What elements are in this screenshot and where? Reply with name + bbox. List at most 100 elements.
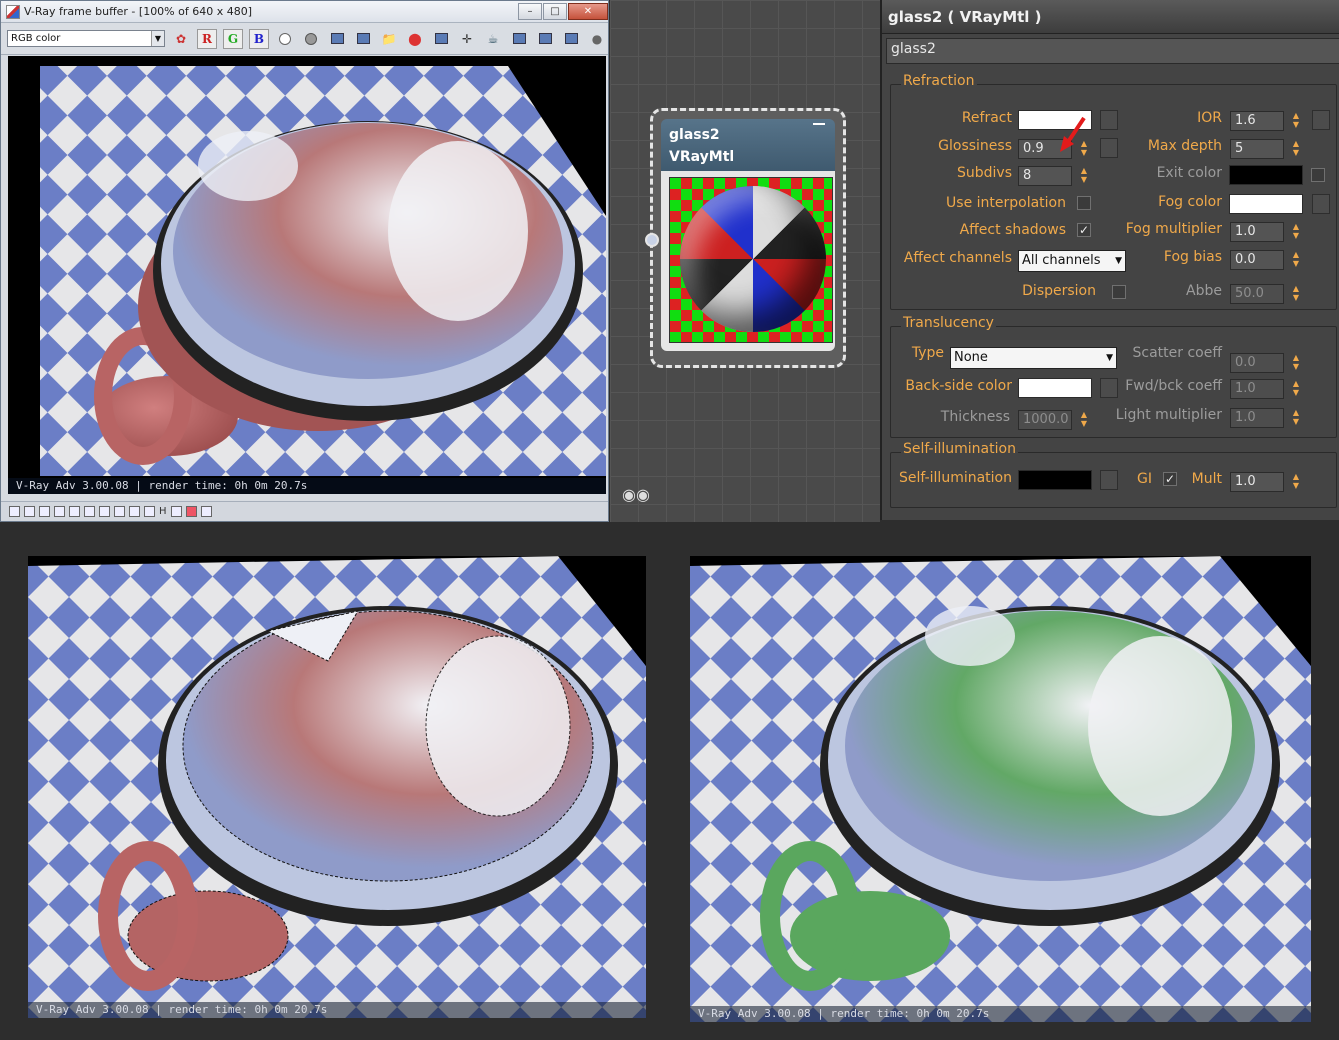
- abbe-field[interactable]: 50.0: [1230, 284, 1284, 304]
- levels-icon[interactable]: [39, 506, 50, 517]
- vray-app-icon: [6, 4, 20, 19]
- fog-bias-spinner[interactable]: ▲ ▼: [1290, 250, 1302, 270]
- compare-button[interactable]: [561, 29, 581, 49]
- collapse-icon[interactable]: [813, 123, 825, 125]
- render-image-top: [40, 66, 606, 476]
- mult-spinner[interactable]: ▲ ▼: [1290, 472, 1302, 492]
- fog-color-swatch[interactable]: [1229, 194, 1303, 214]
- track-mouse-button[interactable]: [431, 29, 451, 49]
- duplicate-button[interactable]: [353, 29, 373, 49]
- translucency-type-dropdown[interactable]: None ▼: [950, 347, 1117, 369]
- glossiness-map-button[interactable]: [1100, 138, 1118, 158]
- scatter-coeff-spinner[interactable]: ▲ ▼: [1290, 353, 1302, 373]
- mono-channel-button[interactable]: [301, 29, 321, 49]
- frame-buffer-toolbar: RGB color ▼ ✿ R G B 📁 ⬤ ✛ ☕ ●: [1, 23, 608, 55]
- fog-multiplier-spinner[interactable]: ▲ ▼: [1290, 222, 1302, 242]
- fog-bias-field[interactable]: 0.0: [1230, 250, 1284, 270]
- exit-color-label: Exit color: [1156, 165, 1222, 181]
- dispersion-checkbox[interactable]: [1112, 285, 1126, 299]
- use-interpolation-checkbox[interactable]: [1077, 196, 1091, 210]
- thickness-spinner[interactable]: ▲ ▼: [1078, 410, 1090, 430]
- fog-color-map-button[interactable]: [1312, 194, 1330, 214]
- fwd-bck-coeff-field[interactable]: 1.0: [1230, 379, 1284, 399]
- settings-icon[interactable]: [200, 506, 212, 517]
- track-mouse-icon: [434, 33, 448, 44]
- mult-field[interactable]: 1.0: [1230, 472, 1284, 492]
- save-image-button[interactable]: [327, 29, 347, 49]
- close-button[interactable]: ✕: [568, 3, 608, 20]
- frame-buffer-titlebar[interactable]: V-Ray frame buffer - [100% of 640 x 480]…: [1, 1, 608, 23]
- node-editor-view[interactable]: glass2 VRayMtl ◉◉: [610, 0, 880, 522]
- histogram-icon[interactable]: [54, 506, 65, 517]
- ocio-icon[interactable]: [129, 506, 140, 517]
- render-image-bottom-right: [690, 556, 1311, 1022]
- node-type: VRayMtl: [669, 149, 735, 165]
- info-icon[interactable]: [24, 506, 35, 517]
- material-node[interactable]: glass2 VRayMtl: [645, 108, 846, 368]
- affect-channels-label: Affect channels: [903, 250, 1012, 266]
- refraction-group-title: Refraction: [901, 73, 977, 89]
- load-image-button[interactable]: 📁: [379, 29, 399, 49]
- stereo-button[interactable]: [535, 29, 555, 49]
- curves-icon[interactable]: [99, 506, 110, 517]
- refract-map-button[interactable]: [1100, 110, 1118, 130]
- glossiness-label: Glossiness: [938, 138, 1012, 154]
- material-name-field[interactable]: glass2: [886, 38, 1339, 64]
- ior-spinner[interactable]: ▲ ▼: [1290, 111, 1302, 131]
- material-panel-title: glass2 ( VRayMtl ): [882, 0, 1339, 34]
- ior-map-button[interactable]: [1312, 110, 1330, 130]
- exit-color-swatch[interactable]: [1229, 165, 1303, 185]
- translucency-type-label: Type: [911, 345, 944, 361]
- binoculars-icon[interactable]: ◉◉: [622, 485, 650, 505]
- color-picker-icon[interactable]: ✿: [171, 29, 191, 49]
- h-button[interactable]: H: [159, 506, 167, 517]
- red-channel-button[interactable]: R: [197, 28, 217, 49]
- channel-select[interactable]: RGB color ▼: [7, 30, 165, 47]
- alpha-channel-button[interactable]: [275, 29, 295, 49]
- stop-button[interactable]: ●: [587, 29, 607, 49]
- back-side-color-label: Back-side color: [905, 378, 1012, 394]
- scatter-coeff-label: Scatter coeff: [1132, 345, 1222, 361]
- scatter-coeff-field[interactable]: 0.0: [1230, 353, 1284, 373]
- fwd-bck-coeff-spinner[interactable]: ▲ ▼: [1290, 379, 1302, 399]
- subdivs-spinner[interactable]: ▲ ▼: [1078, 166, 1090, 186]
- ior-field[interactable]: 1.6: [1230, 111, 1284, 131]
- minimize-button[interactable]: –: [518, 3, 542, 20]
- affect-channels-dropdown[interactable]: All channels ▼: [1018, 250, 1126, 272]
- lut-icon[interactable]: [114, 506, 125, 517]
- link-button[interactable]: [509, 29, 529, 49]
- exit-color-checkbox[interactable]: [1311, 168, 1325, 182]
- back-side-color-map-button[interactable]: [1100, 378, 1118, 398]
- subdivs-field[interactable]: 8: [1018, 166, 1072, 186]
- light-multiplier-field[interactable]: 1.0: [1230, 408, 1284, 428]
- self-illumination-color-swatch[interactable]: [1018, 470, 1092, 490]
- render-caption: V-Ray Adv 3.00.08 | render time: 0h 0m 2…: [8, 478, 606, 494]
- fog-bias-label: Fog bias: [1163, 249, 1222, 265]
- max-depth-spinner[interactable]: ▲ ▼: [1290, 139, 1302, 159]
- history-icon[interactable]: [9, 506, 20, 517]
- blue-channel-button[interactable]: B: [249, 28, 269, 49]
- fog-multiplier-field[interactable]: 1.0: [1230, 222, 1284, 242]
- white-balance-icon[interactable]: [84, 506, 95, 517]
- srgb-icon[interactable]: [144, 506, 155, 517]
- affect-shadows-checkbox[interactable]: ✓: [1077, 223, 1091, 237]
- color-corrections-icon[interactable]: [185, 506, 197, 517]
- abbe-label: Abbe: [1186, 283, 1222, 299]
- green-channel-button[interactable]: G: [223, 28, 243, 49]
- use-interpolation-label: Use interpolation: [946, 195, 1066, 211]
- thickness-field[interactable]: 1000.0: [1018, 410, 1072, 430]
- clear-image-button[interactable]: ⬤: [405, 29, 425, 49]
- lens-effects-icon[interactable]: [170, 506, 182, 517]
- self-illumination-map-button[interactable]: [1100, 470, 1118, 490]
- light-multiplier-spinner[interactable]: ▲ ▼: [1290, 408, 1302, 428]
- stereo-icon: [538, 33, 552, 44]
- exposure-icon[interactable]: [69, 506, 80, 517]
- node-input-port[interactable]: [645, 233, 659, 247]
- gi-checkbox[interactable]: ✓: [1163, 472, 1177, 486]
- maximize-button[interactable]: □: [543, 3, 567, 20]
- max-depth-field[interactable]: 5: [1230, 139, 1284, 159]
- render-last-button[interactable]: ☕: [483, 29, 503, 49]
- region-render-button[interactable]: ✛: [457, 29, 477, 49]
- back-side-color-swatch[interactable]: [1018, 378, 1092, 398]
- abbe-spinner[interactable]: ▲ ▼: [1290, 284, 1302, 304]
